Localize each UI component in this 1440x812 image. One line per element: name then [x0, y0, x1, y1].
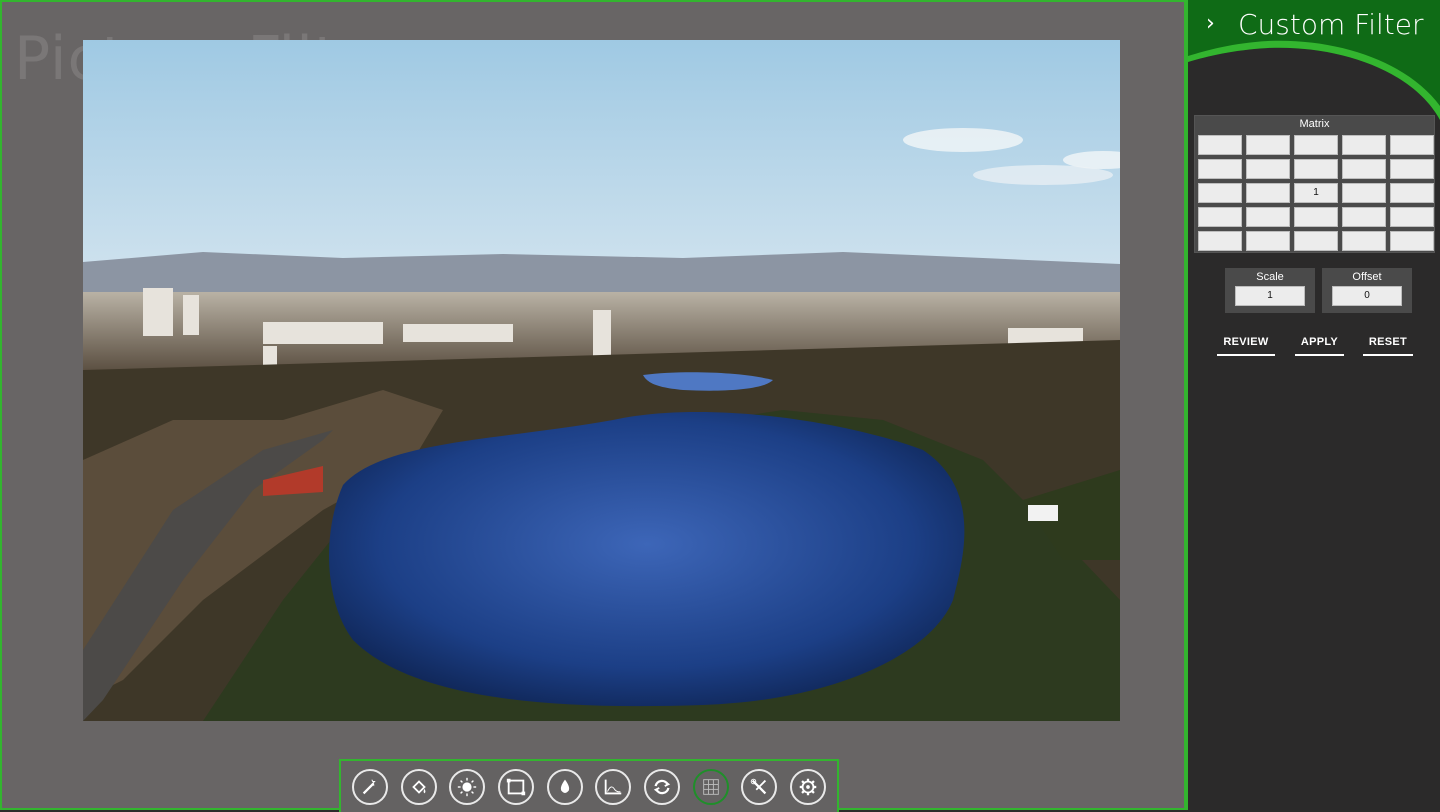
matrix-cell[interactable] — [1342, 183, 1386, 203]
scale-box: Scale 1 — [1225, 268, 1315, 313]
panel-header: › Custom Filter — [1188, 0, 1440, 120]
apply-button[interactable]: APPLY — [1295, 336, 1344, 356]
histogram-button[interactable] — [595, 768, 632, 805]
matrix-cell[interactable] — [1198, 183, 1242, 203]
matrix-editor: Matrix 1 — [1194, 115, 1435, 253]
matrix-cell[interactable] — [1198, 135, 1242, 155]
magic-wand-button[interactable] — [352, 768, 388, 805]
matrix-cell[interactable] — [1294, 159, 1338, 179]
offset-label: Offset — [1352, 271, 1382, 283]
custom-filter-panel: › Custom Filter Matrix 1 Scale 1 Offset … — [1186, 0, 1440, 810]
matrix-cell[interactable] — [1246, 183, 1290, 203]
matrix-cell[interactable] — [1198, 207, 1242, 227]
filter-toolbar — [339, 759, 839, 812]
matrix-cell[interactable] — [1390, 159, 1434, 179]
scale-input[interactable]: 1 — [1235, 286, 1305, 306]
review-button[interactable]: REVIEW — [1217, 336, 1275, 356]
matrix-cell[interactable] — [1246, 159, 1290, 179]
reset-button[interactable]: RESET — [1363, 336, 1413, 356]
magic-wand-icon — [362, 778, 376, 794]
brightness-button[interactable] — [449, 768, 486, 805]
photo-canvas[interactable] — [83, 40, 1120, 721]
matrix-cell[interactable] — [1246, 135, 1290, 155]
matrix-cell[interactable] — [1198, 231, 1242, 251]
matrix-cell[interactable] — [1390, 135, 1434, 155]
matrix-cell-center[interactable]: 1 — [1294, 183, 1338, 203]
matrix-cell[interactable] — [1390, 183, 1434, 203]
water-drop-button[interactable] — [546, 768, 583, 805]
settings-gear-icon — [799, 778, 817, 795]
image-stage: Picture Filter — [0, 0, 1186, 812]
offset-input[interactable]: 0 — [1332, 286, 1402, 306]
matrix-grid: 1 — [1195, 132, 1434, 251]
wrench-screwdriver-button[interactable] — [741, 768, 778, 805]
paint-bucket-icon — [411, 779, 426, 794]
matrix-cell[interactable] — [1294, 135, 1338, 155]
brightness-icon — [458, 777, 477, 796]
crop-frame-button[interactable] — [497, 768, 534, 805]
matrix-cell[interactable] — [1294, 207, 1338, 227]
matrix-cell[interactable] — [1342, 159, 1386, 179]
matrix-cell[interactable] — [1342, 207, 1386, 227]
panel-title: Custom Filter — [1238, 8, 1424, 41]
grid-button[interactable] — [692, 768, 729, 805]
refresh-icon — [653, 779, 671, 794]
matrix-cell[interactable] — [1246, 207, 1290, 227]
landscape-photo — [83, 40, 1120, 721]
back-chevron-icon[interactable]: › — [1206, 11, 1215, 36]
wrench-screwdriver-icon — [751, 778, 767, 794]
grid-icon — [702, 778, 719, 795]
histogram-icon — [605, 779, 622, 794]
matrix-cell[interactable] — [1342, 135, 1386, 155]
settings-gear-button[interactable] — [789, 768, 826, 805]
matrix-cell[interactable] — [1342, 231, 1386, 251]
paint-bucket-button[interactable] — [400, 768, 437, 805]
scale-label: Scale — [1256, 271, 1284, 283]
offset-box: Offset 0 — [1322, 268, 1412, 313]
water-drop-icon — [560, 779, 569, 793]
matrix-cell[interactable] — [1294, 231, 1338, 251]
matrix-cell[interactable] — [1198, 159, 1242, 179]
crop-frame-icon — [506, 778, 526, 795]
matrix-cell[interactable] — [1390, 207, 1434, 227]
matrix-cell[interactable] — [1390, 231, 1434, 251]
matrix-label: Matrix — [1299, 118, 1330, 130]
refresh-button[interactable] — [643, 768, 680, 805]
matrix-cell[interactable] — [1246, 231, 1290, 251]
